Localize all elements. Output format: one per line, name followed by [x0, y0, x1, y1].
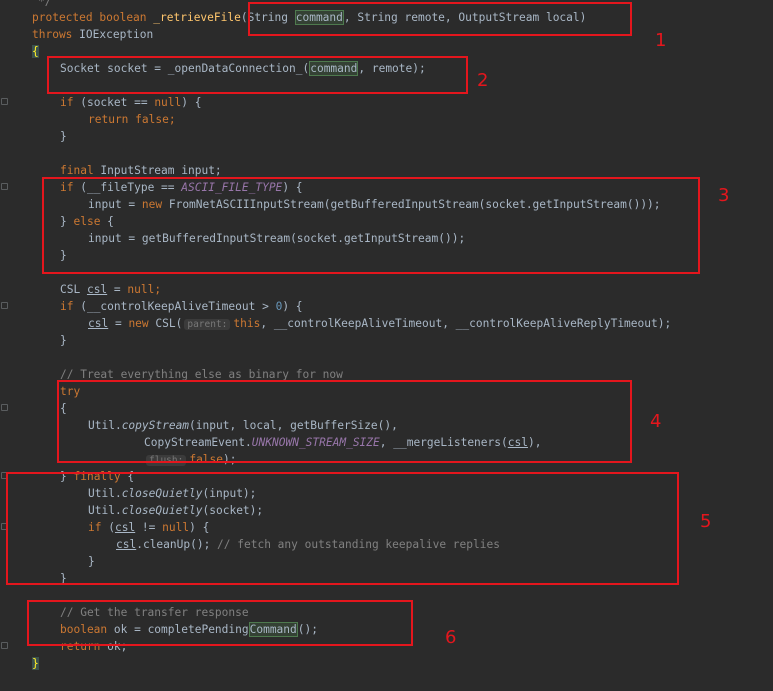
- code-line: }: [60, 130, 67, 143]
- code-line: if (__controlKeepAliveTimeout > 0) {: [60, 300, 303, 313]
- code-line: {: [32, 45, 39, 58]
- code-line: csl = new CSL(parent: this, __controlKeep…: [88, 317, 672, 330]
- editor-gutter: [0, 0, 14, 691]
- annotation-box-5: [6, 472, 679, 585]
- fold-marker-icon[interactable]: [1, 302, 8, 309]
- annotation-label-6: 6: [445, 627, 457, 648]
- code-line: CSL csl = null;: [60, 283, 162, 296]
- fold-marker-icon[interactable]: [1, 642, 8, 649]
- annotation-label-2: 2: [477, 70, 489, 91]
- annotation-label-1: 1: [655, 30, 667, 51]
- code-line: throws IOException: [32, 28, 154, 41]
- annotation-box-6: [27, 600, 413, 646]
- fold-marker-icon[interactable]: [1, 183, 8, 190]
- code-editor[interactable]: */ protected boolean _retrieveFile(Strin…: [0, 0, 773, 691]
- code-line: }: [60, 334, 67, 347]
- fold-marker-icon[interactable]: [1, 98, 8, 105]
- annotation-box-1: [248, 2, 632, 36]
- annotation-label-4: 4: [650, 411, 662, 432]
- code-line: return false;: [88, 113, 176, 126]
- parameter-hint: parent:: [184, 319, 231, 330]
- code-line: if (socket == null) {: [60, 96, 202, 109]
- annotation-box-2: [47, 56, 468, 94]
- code-line: }: [32, 657, 39, 670]
- annotation-label-5: 5: [700, 511, 712, 532]
- annotation-box-3: [42, 177, 700, 274]
- annotation-label-3: 3: [718, 185, 730, 206]
- fold-marker-icon[interactable]: [1, 404, 8, 411]
- annotation-box-4: [57, 380, 632, 463]
